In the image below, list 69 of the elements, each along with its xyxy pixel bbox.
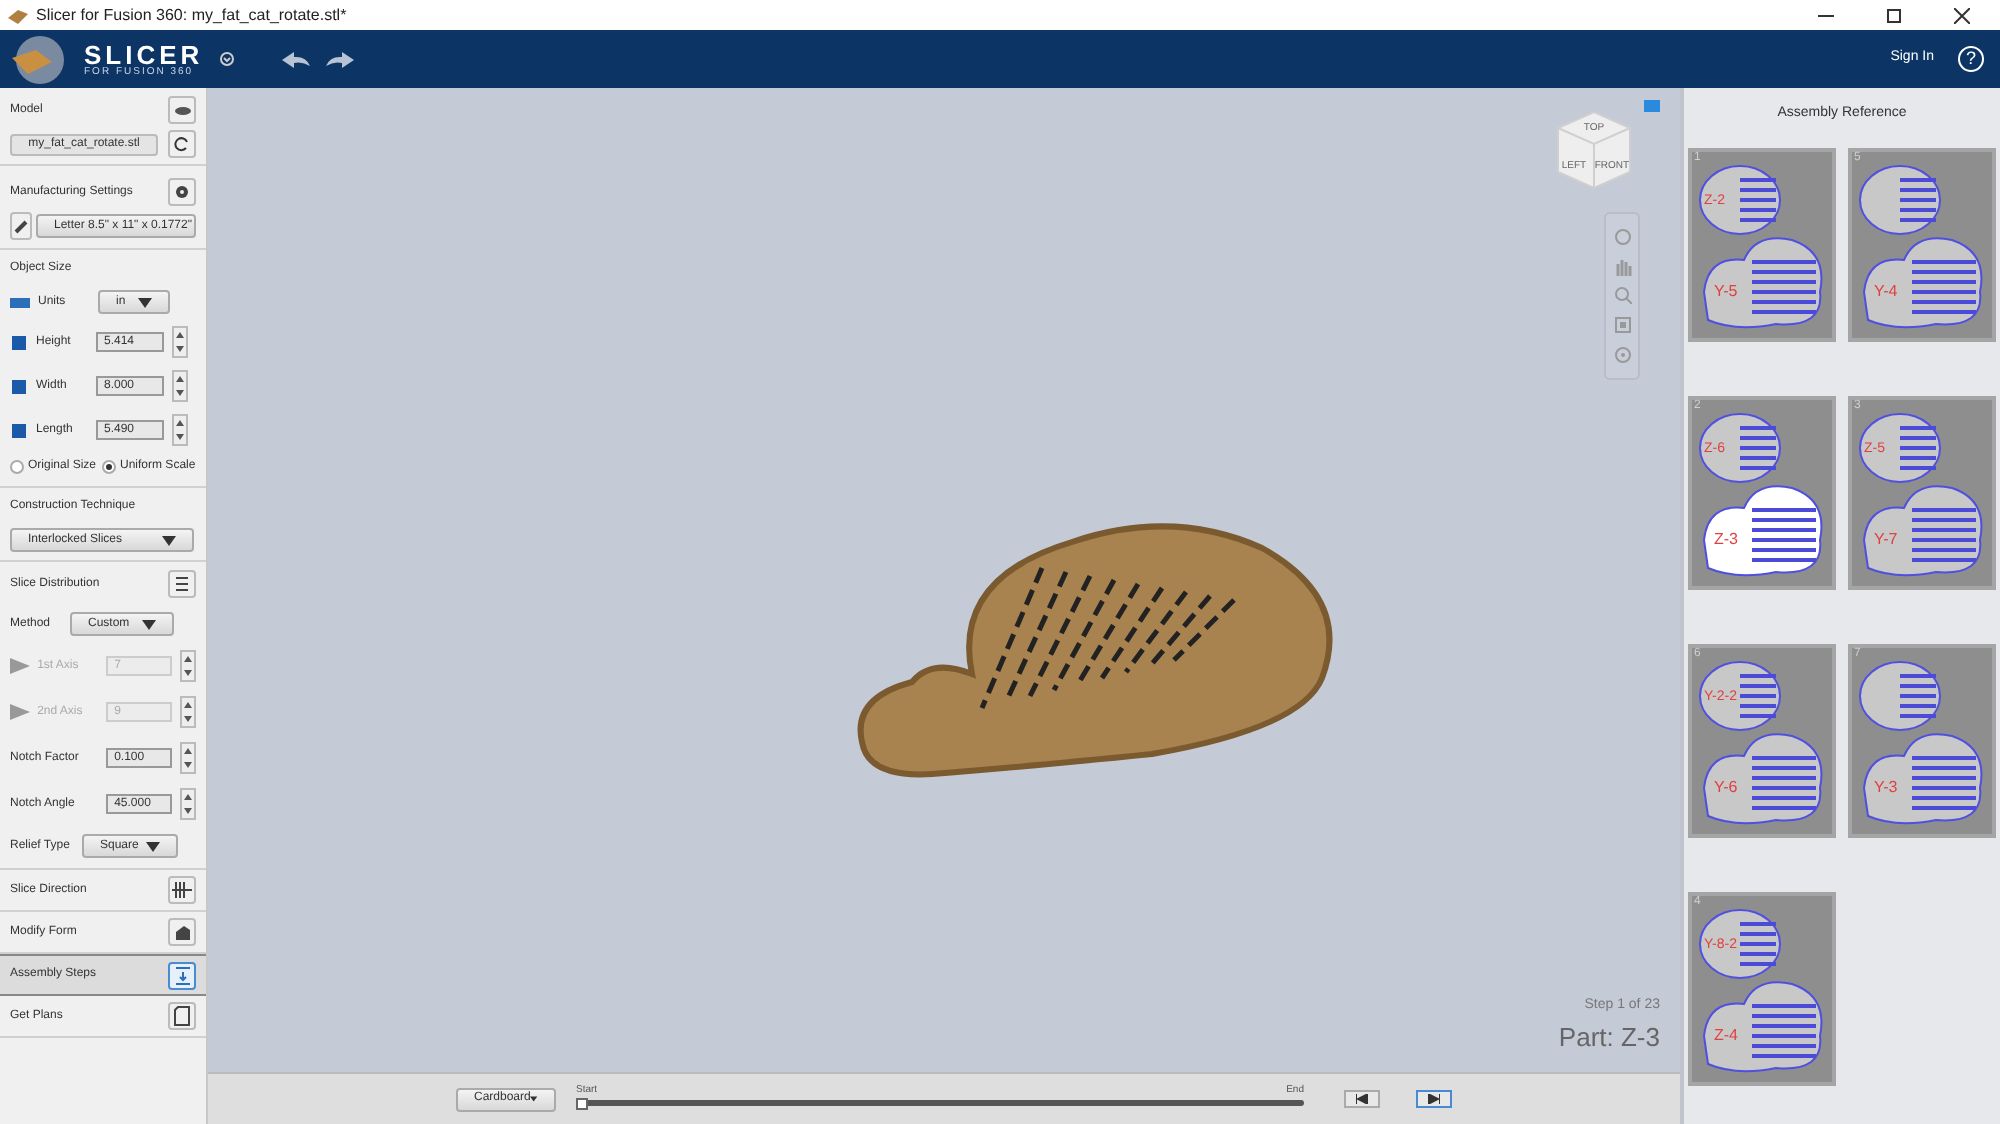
spin-arrows-icon [182, 792, 194, 816]
step-slider-track[interactable] [576, 1099, 1304, 1105]
spin-arrows-icon [174, 418, 186, 442]
spinner-buttons[interactable] [172, 326, 188, 358]
logo-icon [8, 33, 68, 85]
list-button[interactable] [168, 570, 196, 598]
dropdown-icon[interactable] [219, 52, 234, 66]
modify-form-icon [173, 923, 191, 941]
next-step-button[interactable] [1416, 1090, 1452, 1108]
caret-icon [162, 535, 176, 545]
help-button[interactable]: ? [1958, 46, 1984, 72]
pencil-icon [13, 218, 29, 234]
spinner-buttons[interactable] [172, 370, 188, 402]
dimension-icon [10, 377, 28, 395]
part-label: Y-7 [1874, 531, 1898, 547]
spin-arrows-icon [182, 700, 195, 724]
undo-icon[interactable] [281, 51, 310, 67]
logo-title: SLICER [84, 41, 204, 67]
refresh-button[interactable] [168, 130, 196, 158]
spin-arrows-icon [182, 654, 195, 678]
slice-direction-icon [172, 882, 192, 898]
previous-step-button[interactable] [1344, 1090, 1380, 1108]
step-button[interactable] [168, 1002, 196, 1030]
close-icon [1954, 7, 1970, 23]
radio-button[interactable] [102, 460, 117, 474]
skip-back-icon [1356, 1094, 1368, 1104]
spin-arrows-icon [174, 374, 186, 398]
spinner-buttons[interactable] [180, 650, 197, 682]
document-icon [174, 1006, 190, 1026]
spinner-buttons[interactable] [180, 696, 197, 728]
maximize-icon [1886, 7, 1902, 23]
part-label: Y-4 [1874, 283, 1898, 299]
caret-icon [138, 297, 152, 307]
part-label: Y-5 [1714, 283, 1738, 299]
step-slider-thumb[interactable] [576, 1097, 588, 1109]
triangle-icon [10, 658, 30, 674]
caret-icon [530, 1094, 538, 1104]
step-button[interactable] [168, 961, 196, 989]
settings-icon [174, 184, 190, 200]
caret-icon [142, 619, 156, 629]
spin-arrows-icon [182, 746, 194, 770]
part-label: Z-4 [1714, 1027, 1738, 1043]
part-label: Y-3 [1874, 779, 1898, 795]
step-button[interactable] [168, 876, 196, 904]
list-icon [174, 576, 190, 592]
spinner-buttons[interactable] [180, 742, 196, 774]
app-icon [8, 5, 28, 25]
part-name: Part: Z-3 [1558, 1019, 1660, 1055]
ruler-icon [10, 297, 30, 307]
spinner-buttons[interactable] [172, 414, 188, 446]
eye-icon [173, 105, 191, 115]
radio-button[interactable] [10, 460, 24, 474]
spin-arrows-icon [174, 330, 186, 354]
dimension-icon [10, 333, 28, 351]
part-label: Y-6 [1714, 779, 1738, 795]
dimension-icon [10, 421, 28, 439]
visibility-button[interactable] [168, 96, 196, 124]
edit-button[interactable] [10, 212, 32, 240]
settings-button[interactable] [168, 178, 196, 206]
part-label: Z-3 [1714, 531, 1738, 547]
refresh-icon [174, 136, 190, 152]
caret-icon [146, 841, 160, 851]
spinner-buttons[interactable] [180, 788, 196, 820]
step-button[interactable] [168, 918, 196, 946]
triangle-icon [10, 704, 30, 720]
skip-forward-icon [1428, 1094, 1440, 1104]
window-title: Slicer for Fusion 360: my_fat_cat_rotate.stl* [36, 3, 349, 27]
redo-icon[interactable] [325, 51, 354, 67]
assembly-steps-icon [173, 965, 191, 985]
